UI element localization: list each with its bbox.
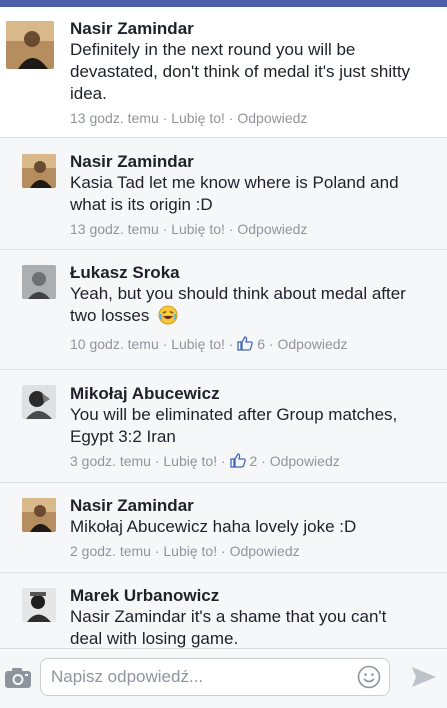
timestamp[interactable]: 3 godz. temu [70, 453, 151, 469]
comment-item: Nasir Zamindar Definitely in the next ro… [0, 7, 447, 138]
comment-meta: 2 godz. temu · Lubię to! · Odpowiedz [70, 543, 300, 559]
like-count[interactable]: 2 [249, 453, 257, 469]
like-link[interactable]: Lubię to! [163, 453, 217, 469]
reply-link[interactable]: Odpowiedz [270, 453, 340, 469]
comment-meta: 10 godz. temu · Lubię to! · 6 · Odpowied… [70, 335, 439, 355]
like-link[interactable]: Lubię to! [163, 543, 217, 559]
reply-input-placeholder: Napisz odpowiedź... [51, 667, 204, 686]
top-bar [0, 0, 447, 7]
comment-text: Kasia Tad let me know where is Poland an… [70, 173, 399, 214]
comment-item: Nasir Zamindar Mikołaj Abucewicz haha lo… [0, 483, 447, 573]
reply-input[interactable]: Napisz odpowiedź... [40, 658, 390, 696]
comment-meta: 13 godz. temu · Lubię to! · Odpowiedz [70, 110, 308, 126]
comment-author[interactable]: Nasir Zamindar [70, 18, 439, 39]
send-icon[interactable] [410, 665, 438, 694]
comment-item: Mikołaj Abucewicz You will be eliminated… [0, 370, 447, 483]
comment-item: Marek Urbanowicz Nasir Zamindar it's a s… [0, 573, 447, 648]
comment-text: You will be eliminated after Group match… [70, 405, 398, 446]
timestamp[interactable]: 2 godz. temu [70, 543, 151, 559]
timestamp[interactable]: 13 godz. temu [70, 110, 159, 126]
timestamp[interactable]: 10 godz. temu [70, 336, 159, 352]
comment-text: Nasir Zamindar it's a shame that you can… [70, 607, 387, 648]
reply-link[interactable]: Odpowiedz [237, 221, 307, 237]
avatar[interactable] [22, 154, 56, 188]
avatar[interactable] [22, 588, 56, 622]
like-count[interactable]: 6 [257, 336, 265, 352]
comment-meta: 3 godz. temu · Lubię to! · 2 · Odpowiedz [70, 452, 439, 472]
reply-link[interactable]: Odpowiedz [278, 336, 348, 352]
comment-author[interactable]: Nasir Zamindar [70, 495, 439, 516]
comment-author[interactable]: Łukasz Sroka [70, 262, 439, 283]
comment-item: Nasir Zamindar Kasia Tad let me know whe… [0, 138, 447, 250]
comment-item: Łukasz Sroka Yeah, but you should think … [0, 250, 447, 370]
like-link[interactable]: Lubię to! [171, 110, 225, 126]
comment-text: Yeah, but you should think about medal a… [70, 283, 439, 331]
avatar[interactable] [22, 265, 56, 299]
thumbs-up-icon [237, 336, 254, 355]
like-link[interactable]: Lubię to! [171, 221, 225, 237]
reply-composer: Napisz odpowiedź... [0, 648, 447, 708]
like-link[interactable]: Lubię to! [171, 336, 225, 352]
comment-text: Mikołaj Abucewicz haha lovely joke :D [70, 517, 357, 536]
timestamp[interactable]: 13 godz. temu [70, 221, 159, 237]
comment-author[interactable]: Nasir Zamindar [70, 151, 439, 172]
comment-meta: 13 godz. temu · Lubię to! · Odpowiedz [70, 221, 308, 237]
reply-link[interactable]: Odpowiedz [237, 110, 307, 126]
avatar[interactable] [6, 21, 54, 69]
camera-icon[interactable] [4, 667, 32, 694]
laughing-emoji-icon [158, 305, 178, 331]
comment-author[interactable]: Mikołaj Abucewicz [70, 383, 439, 404]
avatar[interactable] [22, 385, 56, 419]
reply-link[interactable]: Odpowiedz [230, 543, 300, 559]
emoji-icon[interactable] [357, 665, 381, 694]
avatar[interactable] [22, 498, 56, 532]
comment-author[interactable]: Marek Urbanowicz [70, 585, 439, 606]
thumbs-up-icon [229, 453, 246, 472]
comment-text: Definitely in the next round you will be… [70, 40, 411, 103]
